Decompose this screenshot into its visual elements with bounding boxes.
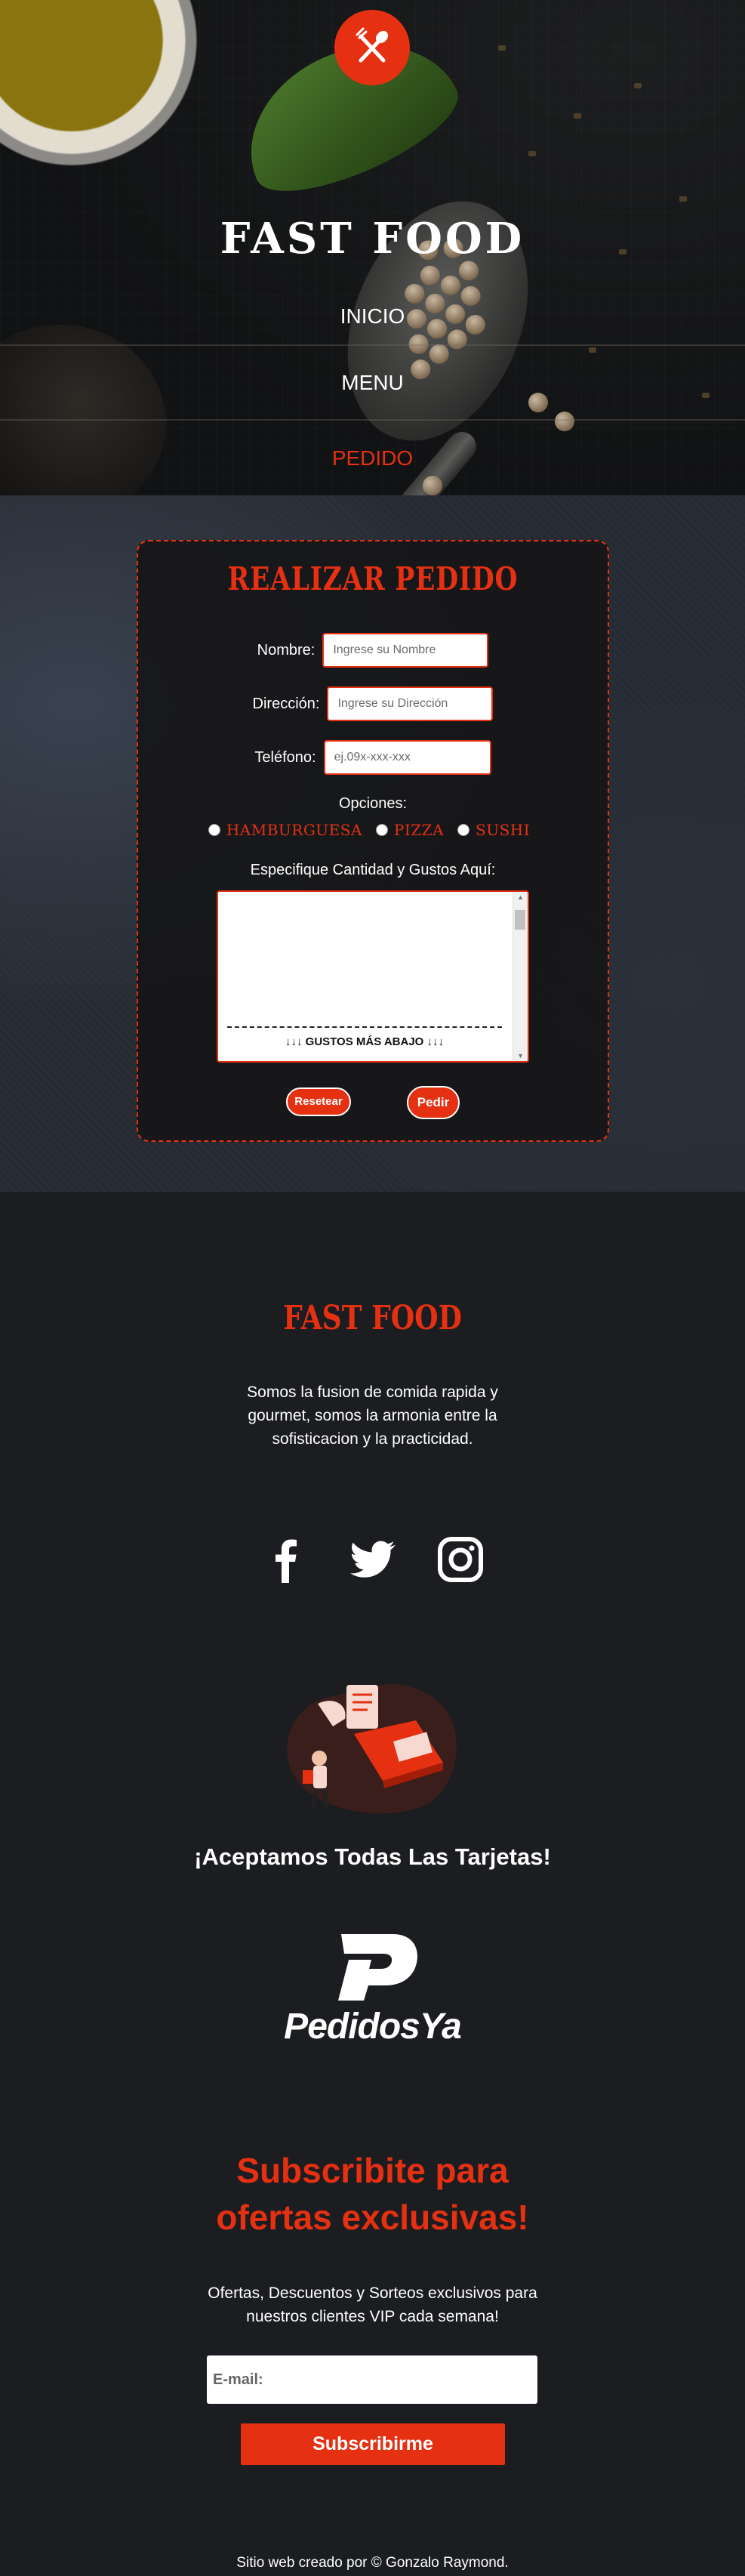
submit-order-button[interactable]: Pedir (407, 1086, 460, 1119)
nav-link-menu[interactable]: MENU (341, 371, 403, 395)
about-line-2: gourmet, somos la armonia entre la (248, 1407, 497, 1424)
textarea-divider (227, 1026, 502, 1028)
subscribe-text-line-2: nuestros clientes VIP cada semana! (246, 2308, 499, 2325)
phone-input[interactable] (323, 740, 491, 775)
main-nav: INICIO MENU PEDIDO (0, 288, 745, 495)
order-details-textarea[interactable]: ↓↓↓ GUSTOS MÁS ABAJO ↓↓↓ ▲ ▼ (217, 890, 529, 1063)
about-line-1: Somos la fusion de comida rapida y (247, 1384, 498, 1401)
twitter-icon[interactable] (348, 1535, 398, 1584)
scroll-up-icon[interactable]: ▲ (517, 893, 524, 901)
scroll-down-icon[interactable]: ▼ (517, 1052, 524, 1060)
reset-button[interactable]: Resetear (286, 1087, 351, 1116)
subscribe-text-line-1: Ofertas, Descuentos y Sorteos exclusivos… (208, 2284, 537, 2302)
payment-terminal-illustration (272, 1674, 469, 1825)
option-label-hamburguesa[interactable]: HAMBURGUESA (226, 821, 362, 839)
subscribe-button[interactable]: Subscribirme (241, 2423, 505, 2465)
olive-oil-bowl-image (0, 0, 204, 174)
options-title: Opciones: (338, 795, 408, 812)
scroll-thumb[interactable] (515, 910, 525, 930)
subscribe-title-line-2: ofertas exclusivas! (216, 2198, 529, 2237)
footer: FAST FOOD Somos la fusion de comida rapi… (0, 1192, 745, 2576)
radio-hamburguesa[interactable] (208, 824, 220, 836)
radio-sushi[interactable] (457, 824, 470, 836)
order-section: REALIZAR PEDIDO Nombre: Dirección: Teléf… (0, 495, 745, 1192)
subscribe-title-line-1: Subscribite para (236, 2151, 509, 2190)
facebook-icon[interactable] (260, 1535, 310, 1584)
subscribe-title: Subscribite para ofertas exclusivas! (0, 2147, 745, 2241)
phone-label: Teléfono: (254, 748, 316, 766)
textarea-hint: ↓↓↓ GUSTOS MÁS ABAJO ↓↓↓ (285, 1035, 445, 1048)
radio-pizza[interactable] (375, 824, 388, 836)
textarea-scrollbar[interactable]: ▲ ▼ (513, 892, 528, 1061)
option-label-pizza[interactable]: PIZZA (394, 821, 444, 839)
hero-header: FAST FOOD INICIO MENU PEDIDO (0, 0, 745, 495)
address-label: Dirección: (252, 695, 320, 712)
nav-item-pedido[interactable]: PEDIDO (0, 421, 745, 495)
logo-fork-spoon-icon[interactable] (334, 10, 410, 85)
name-row: Nombre: (138, 633, 608, 668)
about-line-3: sofisticacion y la practicidad. (272, 1430, 473, 1448)
footer-brand: FAST FOOD (283, 1299, 462, 1337)
specify-label: Especifique Cantidad y Gustos Aquí: (250, 862, 496, 878)
site-title: FAST FOOD (220, 214, 525, 264)
nav-link-pedido[interactable]: PEDIDO (332, 446, 413, 470)
email-input[interactable] (207, 2355, 537, 2404)
nav-link-inicio[interactable]: INICIO (340, 304, 405, 329)
options-group: HAMBURGUESA PIZZA SUSHI (138, 821, 608, 839)
phone-row: Teléfono: (138, 740, 608, 775)
address-row: Dirección: (138, 686, 608, 721)
nav-item-inicio[interactable]: INICIO (0, 288, 745, 346)
instagram-icon[interactable] (436, 1535, 485, 1584)
order-form: REALIZAR PEDIDO Nombre: Dirección: Teléf… (137, 540, 609, 1142)
footer-about: Somos la fusion de comida rapida y gourm… (0, 1381, 745, 1451)
nav-item-menu[interactable]: MENU (0, 346, 745, 421)
site-credit: Sitio web creado por © Gonzalo Raymond. (236, 2555, 509, 2571)
option-label-sushi[interactable]: SUSHI (476, 821, 530, 839)
subscribe-text: Ofertas, Descuentos y Sorteos exclusivos… (0, 2281, 745, 2328)
social-links (0, 1535, 745, 1584)
pedidosya-logo-icon[interactable] (0, 1927, 745, 2006)
name-label: Nombre: (257, 641, 316, 659)
address-input[interactable] (327, 686, 494, 721)
name-input[interactable] (322, 633, 489, 668)
pedidosya-text: PedidosYa (284, 2007, 462, 2047)
cards-accepted-text: ¡Aceptamos Todas Las Tarjetas! (194, 1843, 551, 1870)
form-title: REALIZAR PEDIDO (227, 560, 519, 597)
